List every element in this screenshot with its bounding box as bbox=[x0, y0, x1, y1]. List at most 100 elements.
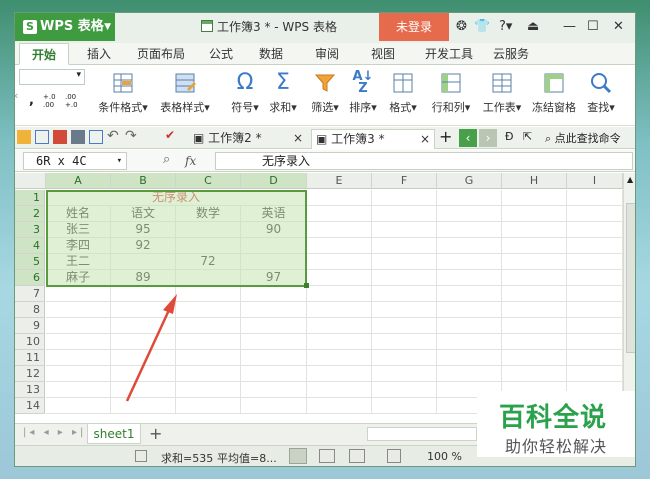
print-preview-icon[interactable] bbox=[89, 130, 103, 144]
new-tab-button[interactable]: + bbox=[439, 127, 452, 146]
empty-cell[interactable] bbox=[502, 238, 567, 254]
empty-cell[interactable] bbox=[502, 366, 567, 382]
tab-next-button[interactable]: › bbox=[479, 129, 497, 147]
filter-button[interactable]: 筛选▾ bbox=[307, 71, 343, 115]
empty-cell[interactable] bbox=[372, 366, 437, 382]
format-painter-icon[interactable]: ✔ bbox=[165, 128, 175, 142]
row-header[interactable]: 1 bbox=[15, 190, 45, 206]
empty-cell[interactable] bbox=[437, 302, 502, 318]
empty-cell[interactable] bbox=[502, 206, 567, 222]
cast-icon[interactable]: ⇱ bbox=[523, 130, 532, 143]
empty-cell[interactable] bbox=[241, 302, 307, 318]
empty-cell[interactable] bbox=[241, 318, 307, 334]
number-format-select[interactable]: ▾ bbox=[19, 69, 85, 85]
empty-cell[interactable] bbox=[502, 190, 567, 206]
help-button[interactable]: ?▾ bbox=[499, 13, 512, 41]
increase-decimal-button[interactable]: +.0 .00 bbox=[43, 93, 65, 109]
empty-cell[interactable] bbox=[567, 302, 623, 318]
cell-header[interactable]: 姓名 bbox=[46, 206, 111, 222]
tab-data[interactable]: 数据 bbox=[251, 43, 291, 65]
doc-tab-workbook2[interactable]: ▣ 工作簿2 * × bbox=[189, 129, 307, 149]
cell[interactable] bbox=[176, 270, 241, 286]
sheet-tab-sheet1[interactable]: sheet1 bbox=[87, 424, 141, 444]
empty-cell[interactable] bbox=[46, 366, 111, 382]
cell[interactable] bbox=[241, 254, 307, 270]
row-header[interactable]: 11 bbox=[15, 350, 45, 366]
row-header[interactable]: 9 bbox=[15, 318, 45, 334]
cell-title-merged[interactable]: 无序录入 bbox=[46, 190, 307, 206]
empty-cell[interactable] bbox=[437, 334, 502, 350]
empty-cell[interactable] bbox=[502, 286, 567, 302]
empty-cell[interactable] bbox=[502, 270, 567, 286]
cell[interactable]: 王二 bbox=[46, 254, 111, 270]
cell[interactable]: 97 bbox=[241, 270, 307, 286]
find-button[interactable]: 查找▾ bbox=[583, 71, 619, 115]
empty-cell[interactable] bbox=[372, 302, 437, 318]
scroll-up-icon[interactable]: ▲ bbox=[627, 175, 633, 184]
empty-cell[interactable] bbox=[241, 366, 307, 382]
empty-cell[interactable] bbox=[567, 334, 623, 350]
empty-cell[interactable] bbox=[437, 286, 502, 302]
sheet-nav-icons[interactable]: |◂ ◂ ▸ ▸| bbox=[23, 427, 86, 438]
cell[interactable]: 72 bbox=[176, 254, 241, 270]
empty-cell[interactable] bbox=[307, 334, 372, 350]
cell[interactable] bbox=[176, 238, 241, 254]
save-icon[interactable] bbox=[35, 130, 49, 144]
tab-page-layout[interactable]: 页面布局 bbox=[131, 43, 191, 65]
empty-cell[interactable] bbox=[46, 398, 111, 414]
formula-input[interactable]: 无序录入 bbox=[215, 152, 633, 170]
column-header[interactable]: E bbox=[307, 173, 372, 189]
empty-cell[interactable] bbox=[567, 206, 623, 222]
empty-cell[interactable] bbox=[372, 190, 437, 206]
empty-cell[interactable] bbox=[567, 286, 623, 302]
column-header[interactable]: I bbox=[567, 173, 623, 189]
close-tab-icon[interactable]: × bbox=[293, 129, 303, 147]
tab-cloud[interactable]: 云服务 bbox=[487, 43, 535, 65]
empty-cell[interactable] bbox=[307, 302, 372, 318]
tab-view[interactable]: 视图 bbox=[363, 43, 403, 65]
tab-developer[interactable]: 开发工具 bbox=[419, 43, 479, 65]
empty-cell[interactable] bbox=[372, 286, 437, 302]
cell[interactable]: 92 bbox=[111, 238, 176, 254]
close-tab-icon[interactable]: × bbox=[420, 130, 430, 148]
empty-cell[interactable] bbox=[437, 350, 502, 366]
pdf-export-icon[interactable] bbox=[53, 130, 67, 144]
cell[interactable]: 89 bbox=[111, 270, 176, 286]
cell[interactable]: 张三 bbox=[46, 222, 111, 238]
conditional-format-button[interactable]: 条件格式▾ bbox=[95, 71, 151, 115]
empty-cell[interactable] bbox=[46, 334, 111, 350]
empty-cell[interactable] bbox=[372, 206, 437, 222]
empty-cell[interactable] bbox=[437, 238, 502, 254]
row-header[interactable]: 7 bbox=[15, 286, 45, 302]
empty-cell[interactable] bbox=[241, 334, 307, 350]
row-header[interactable]: 4 bbox=[15, 238, 45, 254]
cell[interactable] bbox=[176, 222, 241, 238]
select-all-corner[interactable] bbox=[15, 173, 46, 189]
empty-cell[interactable] bbox=[567, 254, 623, 270]
cell-header[interactable]: 语文 bbox=[111, 206, 176, 222]
tab-review[interactable]: 审阅 bbox=[307, 43, 347, 65]
cell[interactable]: 95 bbox=[111, 222, 176, 238]
empty-cell[interactable] bbox=[502, 222, 567, 238]
empty-cell[interactable] bbox=[307, 206, 372, 222]
normal-view-button[interactable] bbox=[289, 448, 307, 464]
shirt-icon[interactable]: 👕 bbox=[474, 13, 490, 41]
add-sheet-button[interactable]: + bbox=[149, 424, 162, 443]
cell-header[interactable]: 数学 bbox=[176, 206, 241, 222]
empty-cell[interactable] bbox=[372, 270, 437, 286]
empty-cell[interactable] bbox=[502, 318, 567, 334]
empty-cell[interactable] bbox=[241, 382, 307, 398]
empty-cell[interactable] bbox=[307, 398, 372, 414]
row-header[interactable]: 8 bbox=[15, 302, 45, 318]
open-folder-icon[interactable] bbox=[17, 130, 31, 144]
freeze-panes-button[interactable]: 冻结窗格 bbox=[529, 71, 579, 115]
empty-cell[interactable] bbox=[372, 238, 437, 254]
tab-formulas[interactable]: 公式 bbox=[201, 43, 241, 65]
app-menu-button[interactable]: S WPS 表格 ▼ bbox=[15, 13, 115, 41]
empty-cell[interactable] bbox=[437, 270, 502, 286]
skin-icon[interactable]: ❂ bbox=[456, 13, 467, 41]
sort-button[interactable]: A↓ Z 排序▾ bbox=[345, 70, 381, 115]
empty-cell[interactable] bbox=[46, 302, 111, 318]
close-button[interactable]: ✕ bbox=[613, 13, 624, 41]
empty-cell[interactable] bbox=[567, 238, 623, 254]
